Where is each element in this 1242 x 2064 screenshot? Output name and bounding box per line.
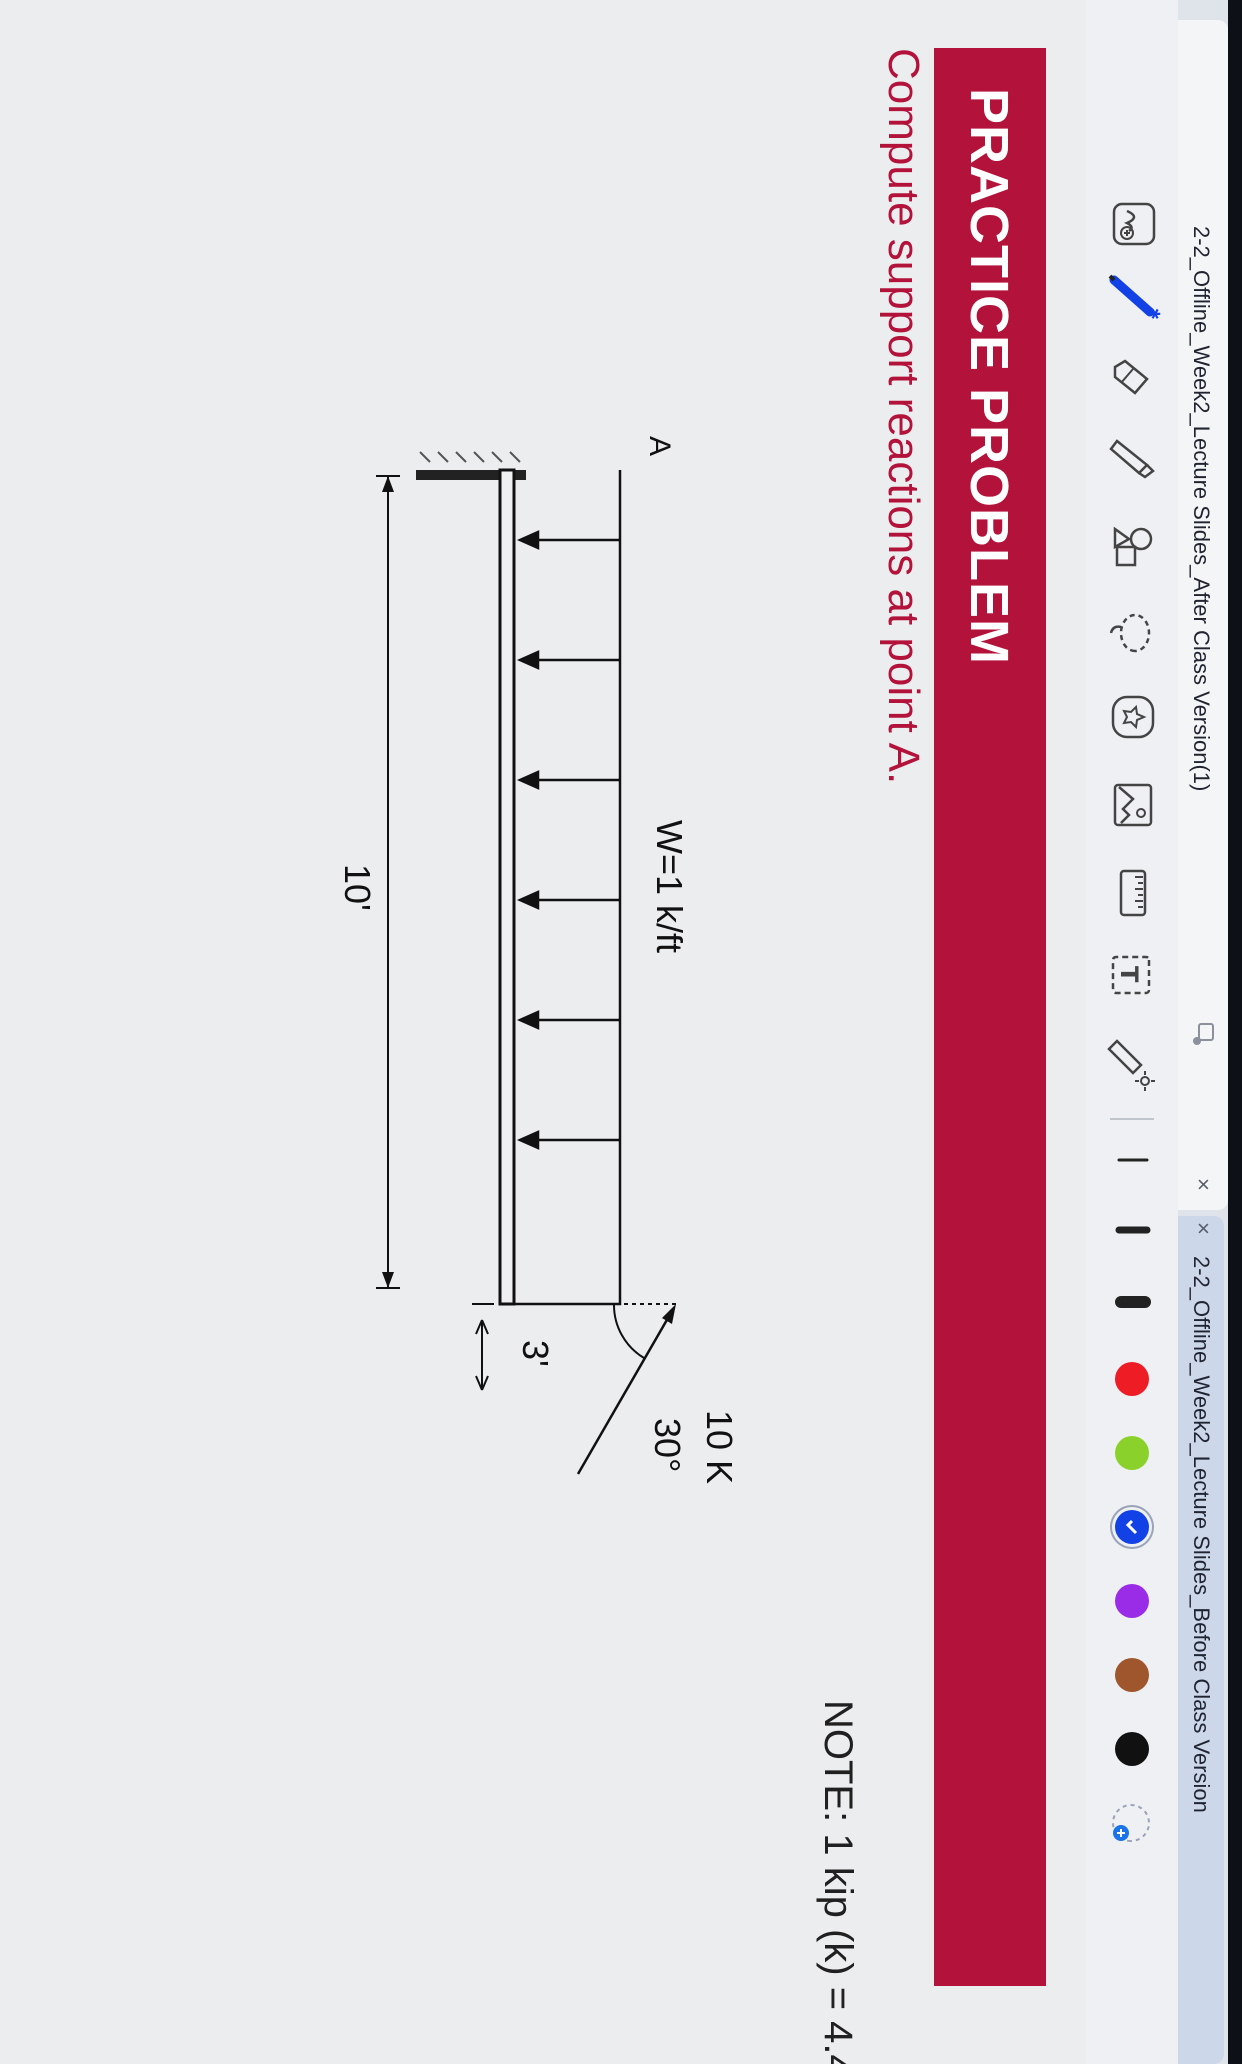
monitor-bezel — [1228, 0, 1242, 2064]
svg-text:✱: ✱ — [1146, 308, 1162, 320]
color-green-swatch[interactable] — [1115, 1436, 1149, 1470]
color-purple-swatch[interactable] — [1115, 1584, 1149, 1618]
tab-close-icon[interactable]: × — [1190, 1178, 1216, 1191]
color-black-swatch[interactable] — [1115, 1732, 1149, 1766]
shapes-icon[interactable] — [1106, 520, 1160, 574]
tab-title: 2-2_Offline_Week2_Lecture Slides_After C… — [1189, 226, 1214, 792]
overhang-dimension — [472, 1303, 494, 1391]
ruler-icon[interactable] — [1112, 866, 1154, 920]
load-label: W=1 k/ft — [649, 820, 690, 954]
lasso-icon[interactable] — [1106, 606, 1160, 660]
force-label: 10 K — [699, 1410, 740, 1485]
screen: 2-2_Offline_Week2_Lecture Slides_After C… — [0, 0, 1242, 2064]
new-window-icon[interactable] — [1190, 1020, 1218, 1048]
beam — [498, 468, 516, 1306]
touch-writing-icon[interactable] — [1110, 200, 1158, 248]
tab-title: 2-2_Offline_Week2_Lecture Slides_Before … — [1189, 1256, 1214, 1813]
image-icon[interactable] — [1106, 778, 1160, 832]
text-icon[interactable]: T — [1104, 948, 1158, 1002]
span-dimension — [376, 475, 400, 1289]
highlighter-icon[interactable] — [1106, 430, 1160, 484]
tab-before-class[interactable]: × 2-2_Offline_Week2_Lecture Slides_Befor… — [1178, 1216, 1224, 2064]
stroke-thick-option[interactable] — [1108, 1282, 1158, 1322]
angle-label: 30° — [647, 1418, 688, 1473]
tab-close-icon[interactable]: × — [1190, 1222, 1216, 1235]
color-brown-swatch[interactable] — [1115, 1658, 1149, 1692]
span-label: 10' — [337, 864, 378, 911]
sticker-icon[interactable] — [1106, 690, 1160, 744]
distributed-load — [514, 470, 622, 1306]
laser-pointer-icon[interactable] — [1104, 1034, 1158, 1094]
slide: PRACTICE PROBLEM Compute support reactio… — [0, 0, 1086, 2064]
beam-diagram — [376, 451, 676, 1475]
stroke-medium-option[interactable] — [1108, 1210, 1158, 1250]
overhang-label: 3' — [515, 1340, 556, 1367]
checkmark-icon — [1125, 1519, 1138, 1535]
color-red-swatch[interactable] — [1115, 1362, 1149, 1396]
color-blue-swatch[interactable] — [1115, 1510, 1149, 1544]
add-color-button[interactable] — [1106, 1798, 1156, 1848]
eraser-icon[interactable] — [1106, 350, 1160, 404]
toolbar-divider — [1110, 1118, 1154, 1120]
support-label-a: A — [643, 436, 676, 457]
svg-text:T: T — [1115, 966, 1143, 983]
ink-toolbar: ✱ T — [1085, 0, 1178, 2064]
pen-icon[interactable]: ✱ — [1104, 268, 1164, 328]
stroke-thin-option[interactable] — [1108, 1140, 1158, 1180]
